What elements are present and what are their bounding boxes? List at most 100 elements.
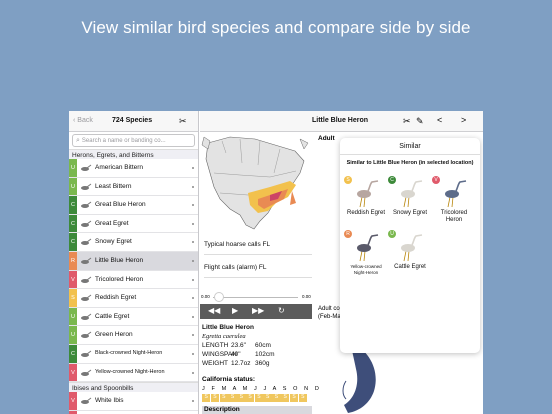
status-badge: V: [69, 392, 77, 410]
species-row[interactable]: V Tricolored Heron: [69, 270, 198, 290]
status-bar: S: [272, 394, 281, 402]
status-badge: C: [69, 344, 77, 363]
detail-nav-bar: Little Blue Heron ✂ ✎ < >: [200, 111, 483, 132]
adult-caption: Adult co (Feb-Ma: [318, 306, 341, 320]
species-name: Little Blue Heron: [95, 256, 144, 264]
compare-icon[interactable]: ✂: [403, 116, 411, 127]
species-row[interactable]: R Little Blue Heron: [69, 251, 198, 271]
status-badge: V: [69, 363, 77, 382]
status-badge: U: [69, 177, 77, 196]
stat-row: WEIGHT 12.7oz 360g: [202, 360, 270, 367]
status-badge: S: [69, 289, 77, 307]
detail-title: Little Blue Heron: [312, 117, 369, 124]
status-bar: S: [228, 394, 237, 402]
popover-title: Similar: [340, 138, 480, 155]
status-badge: V: [69, 270, 77, 289]
search-placeholder: Search a name or banding co...: [81, 138, 166, 144]
species-row[interactable]: U Least Bittern: [69, 177, 198, 197]
status-bar: S: [289, 394, 299, 402]
dot-icon: [192, 278, 194, 281]
similar-species-label: Snowy Egret: [392, 210, 428, 216]
playback-controls: ◀◀ ▶ ▶▶ ↻: [200, 304, 312, 319]
status-badge: U: [69, 307, 77, 326]
species-row[interactable]: U American Bittern: [69, 159, 198, 178]
section-header: Ibises and Spoonbills: [69, 382, 198, 393]
edit-icon[interactable]: ✎: [416, 116, 424, 127]
status-bar: S: [254, 394, 264, 402]
species-name: Black-crowned Night-Heron: [95, 349, 163, 356]
months-row: J F M A M J J A S O N D: [202, 386, 322, 392]
species-name: Reddish Egret: [95, 294, 137, 302]
species-row[interactable]: C Great Egret: [69, 214, 198, 234]
species-detail-pane: Little Blue Heron ✂ ✎ < > Typical hoarse…: [200, 111, 483, 414]
status-badge: R: [69, 251, 77, 270]
species-name: Great Blue Heron: [95, 201, 146, 209]
species-row[interactable]: U Green Heron: [69, 326, 198, 345]
latin-name: Egretta caerulea: [202, 333, 246, 340]
status-badge: C: [69, 196, 77, 214]
species-row[interactable]: C Great Blue Heron: [69, 196, 198, 215]
playback-slider[interactable]: [213, 297, 298, 298]
similar-species-label: Yellow-crowned Night-Heron: [350, 264, 382, 275]
species-row[interactable]: C Snowy Egret: [69, 233, 198, 252]
species-row[interactable]: C Black-crowned Night-Heron: [69, 344, 198, 364]
fast-forward-icon[interactable]: ▶▶: [252, 306, 264, 315]
section-header: Herons, Egrets, and Bitterns: [69, 149, 198, 159]
time-start: 0.00: [201, 294, 210, 299]
time-end: 0.00: [302, 294, 311, 299]
dot-icon: [192, 352, 194, 355]
species-name: Great Egret: [95, 219, 129, 227]
status-bar: S: [202, 394, 211, 402]
similar-species-item[interactable]: R Yellow-crowned Night-Heron: [344, 230, 388, 284]
dot-icon: [192, 185, 194, 188]
status-badge: U: [69, 326, 77, 344]
dot-icon: [192, 167, 194, 169]
species-count-title: 724 Species: [112, 117, 153, 124]
similar-species-item[interactable]: S Reddish Egret: [344, 176, 388, 230]
species-row[interactable]: S Reddish Egret: [69, 289, 198, 308]
popover-subtitle: Similar to Little Blue Heron (in selecte…: [346, 160, 474, 166]
species-name: Cattle Egret: [95, 312, 130, 320]
species-list-pane: ‹ Back 724 Species ✂ ⌕ Search a name or b…: [69, 111, 199, 414]
search-icon: ⌕: [76, 137, 80, 144]
next-button[interactable]: >: [461, 115, 466, 125]
previous-button[interactable]: <: [437, 115, 442, 125]
stat-row: LENGTH 23.6" 60cm: [202, 342, 271, 349]
similar-species-item[interactable]: C Snowy Egret: [388, 176, 432, 230]
back-button[interactable]: ‹ Back: [73, 117, 93, 124]
description-header[interactable]: Description: [202, 406, 312, 414]
play-icon[interactable]: ▶: [232, 306, 238, 315]
species-name: Snowy Egret: [95, 238, 132, 246]
list-nav-bar: ‹ Back 724 Species ✂: [69, 111, 198, 132]
search-input[interactable]: ⌕ Search a name or banding co...: [72, 134, 195, 147]
sound-clip-1[interactable]: Typical hoarse calls FL: [204, 233, 312, 255]
similar-species-item[interactable]: U Cattle Egret: [388, 230, 432, 284]
dot-icon: [192, 371, 194, 374]
sound-clip-2[interactable]: Flight calls (alarm) FL: [204, 256, 312, 278]
slider-knob[interactable]: [214, 292, 224, 302]
status-bar: S: [210, 394, 220, 402]
dot-icon: [192, 400, 194, 403]
species-row[interactable]: U Cattle Egret: [69, 307, 198, 327]
similar-species-item[interactable]: V Tricolored Heron: [432, 176, 476, 230]
status-bar: S: [298, 394, 307, 402]
species-row[interactable]: V Yellow-crowned Night-Heron: [69, 363, 198, 383]
status-bar: S: [263, 394, 272, 402]
adult-label: Adult: [318, 135, 335, 142]
dot-icon: [192, 204, 194, 207]
species-name: Least Bittern: [95, 182, 132, 190]
repeat-icon[interactable]: ↻: [278, 306, 285, 315]
status-bars: SSSSSSSSSSSS: [202, 394, 307, 402]
headline: View similar bird species and compare si…: [81, 18, 471, 37]
dot-icon: [192, 241, 194, 244]
dot-icon: [192, 315, 194, 318]
similar-species-label: Reddish Egret: [346, 210, 386, 216]
status-label: California status:: [202, 376, 256, 383]
dot-icon: [192, 297, 194, 300]
rewind-icon[interactable]: ◀◀: [208, 306, 220, 315]
similar-species-label: Cattle Egret: [394, 264, 426, 270]
species-name: White Ibis: [95, 397, 124, 405]
species-row[interactable]: V White Ibis: [69, 392, 198, 411]
compare-icon[interactable]: ✂: [179, 116, 187, 127]
range-map: [201, 136, 309, 230]
